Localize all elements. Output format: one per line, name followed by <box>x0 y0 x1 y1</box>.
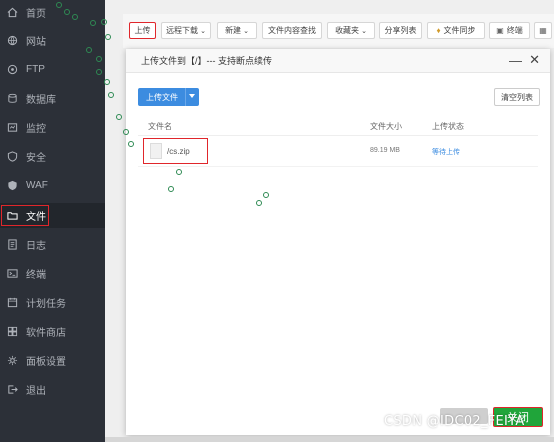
folder-icon <box>6 210 18 222</box>
caret-down-icon[interactable] <box>189 94 195 98</box>
sidebar-item-label: 面板设置 <box>26 357 66 368</box>
sidebar-item-store[interactable]: 软件商店 <box>0 319 105 344</box>
sidebar-item-logs[interactable]: 日志 <box>0 232 105 257</box>
column-header-size: 文件大小 <box>370 122 402 131</box>
file-size: 89.19 MB <box>370 147 400 154</box>
ftp-icon <box>6 64 18 76</box>
store-icon <box>6 326 18 338</box>
watermark: CSDN @IDC02_FEIYA <box>384 414 525 429</box>
waf-icon <box>6 180 18 192</box>
terminal-icon: ▣ <box>496 26 504 35</box>
sidebar-item-monitor[interactable]: 监控 <box>0 115 105 140</box>
decorative-dot <box>168 186 174 192</box>
row-divider <box>138 166 538 167</box>
home-icon <box>6 7 18 19</box>
sidebar-item-settings[interactable]: 面板设置 <box>0 348 105 373</box>
file-icon <box>150 143 162 159</box>
upload-toolbar-button[interactable]: 上传 <box>129 22 156 39</box>
sidebar-item-label: 日志 <box>26 241 46 252</box>
sidebar-item-label: 终端 <box>26 270 46 281</box>
decorative-dot <box>123 129 129 135</box>
file-name: /cs.zip <box>167 146 190 156</box>
terminal-icon <box>6 268 18 280</box>
grid-icon: ▦ <box>539 26 547 35</box>
header-divider <box>138 135 538 136</box>
chevron-down-icon: ⌄ <box>243 27 249 35</box>
decorative-dot <box>128 141 134 147</box>
sidebar-item-security[interactable]: 安全 <box>0 144 105 169</box>
bottom-strip <box>105 437 554 442</box>
sidebar-item-label: 退出 <box>26 386 46 397</box>
shield-icon <box>6 151 18 163</box>
clear-list-button[interactable]: 清空列表 <box>494 88 540 106</box>
close-icon[interactable]: ✕ <box>529 52 540 68</box>
sidebar-item-ftp[interactable]: FTP <box>0 57 105 82</box>
globe-icon <box>6 35 18 47</box>
schedule-icon <box>6 297 18 309</box>
sidebar-item-cron[interactable]: 计划任务 <box>0 290 105 315</box>
decorative-dot <box>101 19 107 25</box>
file-name-cell: /cs.zip <box>143 138 208 164</box>
upload-dialog: 上传文件到【/】--- 支持断点续传 — ✕ 上传文件 清空列表 文件名 文件大… <box>126 49 550 435</box>
file-sync-button[interactable]: ♦ 文件同步 <box>427 22 485 39</box>
sidebar: 首页 网站 FTP 数据库 监控 安全 WAF 文件 日志 终端 计划任务 软件… <box>0 0 105 442</box>
sidebar-item-label: 计划任务 <box>26 299 66 310</box>
toolbar-more-button[interactable]: ▦ <box>534 22 552 39</box>
chevron-down-icon: ⌄ <box>200 27 206 35</box>
sidebar-item-label: 监控 <box>26 124 46 135</box>
sidebar-item-files[interactable]: 文件 <box>0 203 105 228</box>
sidebar-item-database[interactable]: 数据库 <box>0 86 105 111</box>
upload-status: 等待上传 <box>432 149 460 156</box>
remote-download-button[interactable]: 远程下载 ⌄ <box>161 22 211 39</box>
sidebar-item-label: 软件商店 <box>26 328 66 339</box>
decorative-dot <box>96 56 102 62</box>
log-icon <box>6 239 18 251</box>
decorative-dot <box>64 9 70 15</box>
logout-icon <box>6 384 18 396</box>
decorative-dot <box>116 114 122 120</box>
column-header-status: 上传状态 <box>432 122 464 131</box>
favorites-button[interactable]: 收藏夹 ⌄ <box>327 22 375 39</box>
decorative-dot <box>176 169 182 175</box>
dialog-title: 上传文件到【/】--- 支持断点续传 <box>141 56 272 66</box>
monitor-icon <box>6 122 18 134</box>
button-divider <box>185 88 186 106</box>
sync-icon: ♦ <box>436 26 441 35</box>
share-list-button[interactable]: 分享列表 <box>379 22 422 39</box>
minimize-icon[interactable]: — <box>509 53 522 68</box>
sidebar-item-label: 网站 <box>26 37 46 48</box>
decorative-dot <box>263 192 269 198</box>
new-button[interactable]: 新建 ⌄ <box>217 22 257 39</box>
settings-icon <box>6 355 18 367</box>
decorative-dot <box>90 20 96 26</box>
upload-file-button[interactable]: 上传文件 <box>138 88 199 106</box>
chevron-down-icon: ⌄ <box>361 27 367 35</box>
sidebar-item-label: WAF <box>26 180 48 191</box>
decorative-dot <box>256 200 262 206</box>
sidebar-item-label: FTP <box>26 64 45 75</box>
sidebar-item-terminal[interactable]: 终端 <box>0 261 105 286</box>
decorative-dot <box>86 47 92 53</box>
dialog-header: 上传文件到【/】--- 支持断点续传 <box>126 49 550 73</box>
column-header-name: 文件名 <box>148 122 172 131</box>
terminal-toolbar-button[interactable]: ▣ 终端 <box>489 22 530 39</box>
sidebar-item-waf[interactable]: WAF <box>0 173 105 198</box>
decorative-dot <box>108 92 114 98</box>
decorative-dot <box>105 34 111 40</box>
sidebar-item-label: 数据库 <box>26 95 56 106</box>
decorative-dot <box>104 79 110 85</box>
decorative-dot <box>56 2 62 8</box>
sidebar-item-label: 首页 <box>26 9 46 20</box>
sidebar-item-label: 安全 <box>26 153 46 164</box>
decorative-dot <box>72 14 78 20</box>
database-icon <box>6 93 18 105</box>
sidebar-item-label: 文件 <box>26 212 46 223</box>
content-search-button[interactable]: 文件内容查找 <box>262 22 322 39</box>
decorative-dot <box>96 69 102 75</box>
sidebar-item-logout[interactable]: 退出 <box>0 377 105 402</box>
